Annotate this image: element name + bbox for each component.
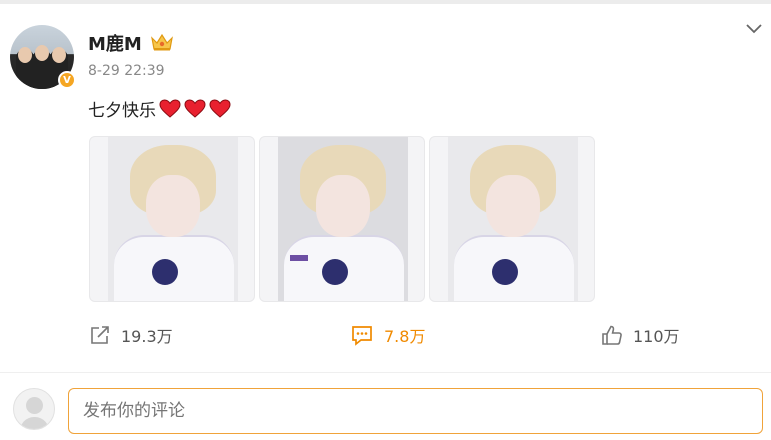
avatar-head bbox=[26, 397, 43, 414]
comment-input[interactable] bbox=[68, 388, 763, 434]
post-image[interactable] bbox=[259, 136, 425, 302]
crown-icon bbox=[151, 33, 173, 51]
like-button[interactable]: 110万 bbox=[601, 323, 680, 347]
post-image[interactable] bbox=[89, 136, 255, 302]
comment-icon bbox=[352, 326, 372, 346]
username[interactable]: M鹿M bbox=[88, 30, 142, 56]
photo-face bbox=[146, 175, 200, 237]
like-icon bbox=[602, 325, 622, 345]
heart-icon bbox=[159, 98, 181, 118]
photo-stripe bbox=[290, 255, 308, 261]
repost-button[interactable]: 19.3万 bbox=[89, 323, 173, 347]
post-text-content: 七夕快乐 bbox=[88, 101, 156, 121]
top-divider bbox=[0, 0, 771, 4]
photo-face bbox=[486, 175, 540, 237]
heart-icon bbox=[184, 98, 206, 118]
avatar-body bbox=[20, 417, 49, 429]
repost-count: 19.3万 bbox=[121, 327, 173, 346]
user-avatar bbox=[13, 388, 55, 430]
like-count: 110万 bbox=[633, 327, 680, 346]
post-text: 七夕快乐 bbox=[88, 96, 231, 121]
repost-icon bbox=[91, 326, 109, 344]
photo-patch bbox=[152, 259, 178, 285]
photo-face bbox=[316, 175, 370, 237]
comment-button[interactable]: 7.8万 bbox=[350, 323, 425, 347]
comment-count: 7.8万 bbox=[384, 327, 426, 346]
post-timestamp[interactable]: 8-29 22:39 bbox=[88, 63, 165, 79]
post-image[interactable] bbox=[429, 136, 595, 302]
avatar-face bbox=[52, 47, 66, 63]
section-divider bbox=[0, 372, 771, 373]
avatar-face bbox=[18, 47, 32, 63]
verified-badge: V bbox=[58, 71, 76, 89]
avatar-face bbox=[35, 45, 49, 61]
chevron-down-icon[interactable] bbox=[745, 20, 763, 38]
photo-patch bbox=[322, 259, 348, 285]
photo-patch bbox=[492, 259, 518, 285]
heart-icon bbox=[209, 98, 231, 118]
